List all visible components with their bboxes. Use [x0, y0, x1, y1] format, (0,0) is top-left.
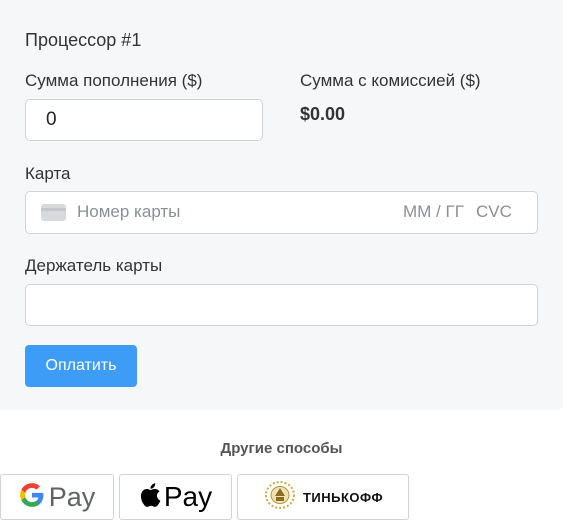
fee-value: $0.00	[300, 104, 346, 124]
apple-pay-button[interactable]: Pay	[119, 474, 232, 520]
card-number-field[interactable]: Номер карты	[77, 202, 180, 222]
fee-label: Сумма с комиссией ($)	[300, 71, 481, 90]
card-holder-input[interactable]	[25, 284, 538, 326]
amount-value: 0	[46, 109, 57, 130]
processor-title: Процессор #1	[25, 30, 142, 50]
tinkoff-label: ТИНЬКОФФ	[302, 489, 384, 505]
other-methods-title: Другие способы	[220, 440, 343, 457]
google-pay-button[interactable]: Pay	[0, 474, 114, 520]
apple-pay-label: Pay	[163, 481, 213, 512]
pay-button[interactable]: Оплатить	[25, 345, 137, 387]
card-label: Карта	[25, 164, 71, 183]
credit-card-icon	[41, 204, 66, 221]
card-input[interactable]: Номер карты ММ / ГГ CVC	[25, 191, 538, 234]
payment-form-panel: Процессор #1 Сумма пополнения ($) 0 Сумм…	[0, 0, 563, 410]
tinkoff-emblem-icon	[263, 479, 297, 516]
apple-icon	[139, 482, 161, 513]
card-cvc-field[interactable]: CVC	[476, 202, 512, 222]
google-pay-label: Pay	[48, 481, 96, 512]
tinkoff-pay-button[interactable]: ТИНЬКОФФ	[237, 474, 409, 520]
amount-label: Сумма пополнения ($)	[25, 71, 203, 90]
holder-label: Держатель карты	[25, 256, 163, 275]
google-g-icon	[19, 482, 45, 513]
amount-input[interactable]: 0	[25, 99, 263, 141]
card-expiry-field[interactable]: ММ / ГГ	[403, 202, 464, 222]
